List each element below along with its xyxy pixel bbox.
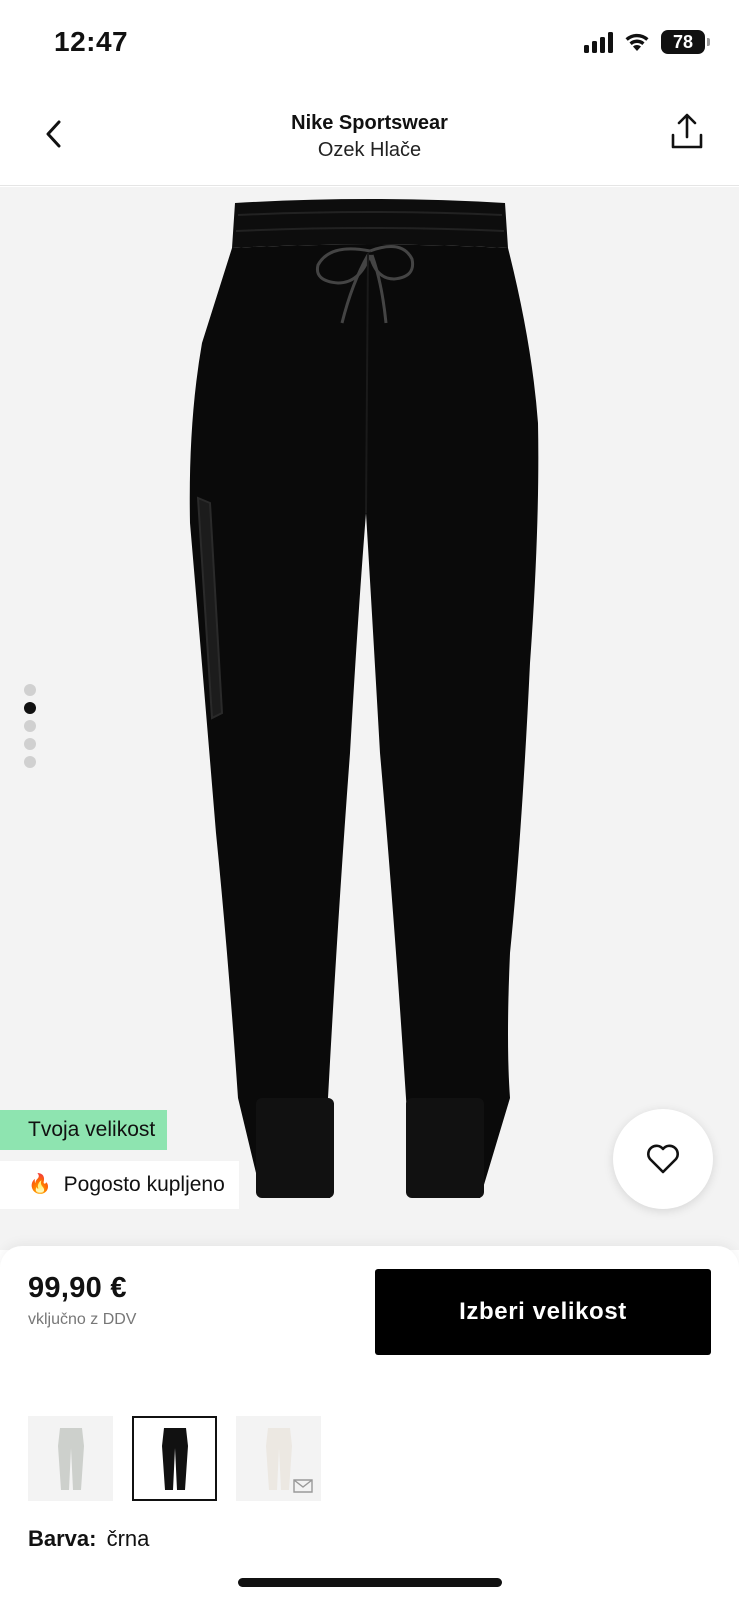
- purchase-sheet: 99,90 € vključno z DDV Izberi velikost B…: [0, 1246, 739, 1600]
- heart-icon: [647, 1144, 679, 1174]
- share-icon: [671, 113, 703, 149]
- color-variant-thumbnail[interactable]: [28, 1416, 113, 1501]
- status-time: 12:47: [54, 26, 129, 57]
- chevron-left-icon: [46, 120, 61, 148]
- battery-icon: 78: [661, 30, 710, 54]
- your-size-badge: Tvoja velikost: [0, 1110, 168, 1150]
- wifi-icon: [625, 33, 649, 51]
- fire-icon: 🔥: [28, 1174, 52, 1195]
- pagination-dot[interactable]: [24, 702, 36, 714]
- pants-thumbnail-icon: [161, 1427, 188, 1490]
- color-value: črna: [106, 1526, 150, 1551]
- back-button[interactable]: [32, 112, 76, 156]
- pagination-dot[interactable]: [24, 720, 36, 732]
- popular-badge: 🔥 Pogosto kupljeno: [0, 1161, 239, 1209]
- status-icons: 78: [584, 30, 710, 54]
- product-name: Ozek Hlače: [317, 139, 422, 161]
- wishlist-button[interactable]: [613, 1109, 713, 1209]
- color-label: Barva:: [28, 1526, 97, 1551]
- gallery-pagination: [24, 684, 36, 768]
- pants-thumbnail-icon: [265, 1427, 292, 1490]
- price: 99,90 €: [28, 1272, 127, 1304]
- color-variant-thumbnail[interactable]: [132, 1416, 217, 1501]
- mail-icon: [293, 1479, 313, 1493]
- pagination-dot[interactable]: [24, 738, 36, 750]
- pagination-dot[interactable]: [24, 684, 36, 696]
- color-variant-thumbnail[interactable]: [236, 1416, 321, 1501]
- selected-color: Barva: črna: [28, 1526, 149, 1552]
- cellular-signal-icon: [584, 31, 613, 53]
- product-image[interactable]: [180, 193, 560, 1215]
- color-variants: [28, 1416, 321, 1501]
- pagination-dot[interactable]: [24, 756, 36, 768]
- pants-thumbnail-icon: [57, 1427, 84, 1490]
- select-size-button[interactable]: Izberi velikost: [375, 1269, 711, 1355]
- product-header: Nike Sportswear Ozek Hlače: [0, 92, 739, 186]
- share-button[interactable]: [663, 108, 711, 156]
- status-bar: 12:47 78: [0, 0, 739, 92]
- page-title: Nike Sportswear Ozek Hlače: [150, 110, 589, 164]
- brand-name: Nike Sportswear: [291, 112, 448, 134]
- home-indicator[interactable]: [238, 1578, 502, 1587]
- product-gallery[interactable]: Tvoja velikost 🔥 Pogosto kupljeno: [0, 187, 739, 1250]
- price-vat-note: vključno z DDV: [28, 1311, 137, 1328]
- popular-badge-label: Pogosto kupljeno: [63, 1173, 225, 1196]
